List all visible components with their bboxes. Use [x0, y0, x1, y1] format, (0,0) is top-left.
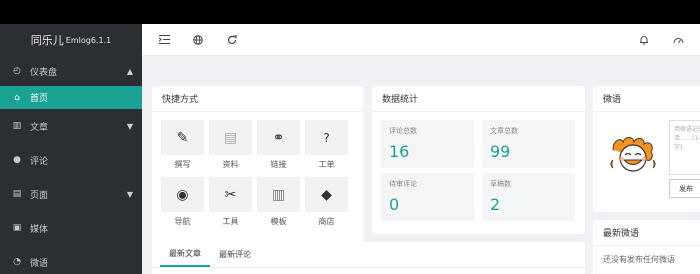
sidebar-item-comments[interactable]: ● 评论 [0, 143, 142, 177]
stat-label: 评论总数 [389, 127, 417, 135]
stat-value: 2 [490, 195, 501, 214]
stat-articles-total[interactable]: 文章总数 99 [482, 120, 575, 168]
gauge-icon: ◴ [13, 66, 21, 76]
brand-name: 同乐儿 [30, 34, 64, 47]
question-icon: ? [305, 120, 348, 155]
sidebar-item-dashboard[interactable]: ◴ 仪表盘 ▲ [0, 56, 142, 86]
pencil-icon: ✎ [161, 120, 204, 155]
shortcut-label: 导航 [174, 217, 191, 226]
shortcut-label: 工具 [222, 217, 239, 226]
twitter-card: 微语 用微语记录生活……(140字) 发布 [593, 86, 700, 212]
sidebar-item-label: 页面 [30, 190, 49, 201]
shortcut-links[interactable]: ⚭ 链接 [257, 120, 300, 171]
sidebar-item-label: 仪表盘 [30, 67, 58, 78]
stat-value: 0 [389, 195, 400, 214]
stat-pending-comments[interactable]: 待审评论 0 [381, 173, 474, 221]
bell-icon[interactable] [634, 30, 654, 50]
main-content: 快捷方式 ✎ 撰写 ▤ 资料 ⚭ 链接 ? 工单 ◉ 导航 ✂ 工具 ▥ 模板 … [142, 24, 700, 274]
sidebar-item-label: 评论 [30, 156, 49, 167]
home-icon: ⌂ [14, 92, 20, 103]
brand: 同乐儿 Emlog6.1.1 [0, 24, 142, 56]
shortcut-label: 商店 [318, 217, 335, 226]
article-tabs: 最新文章 最新评论 [152, 242, 585, 268]
shortcut-label: 资料 [222, 160, 239, 169]
sidebar-item-label: 首页 [30, 94, 49, 104]
shortcut-tools[interactable]: ✂ 工具 [209, 177, 252, 228]
sidebar-item-label: 微语 [30, 258, 49, 269]
stat-value: 99 [490, 142, 511, 161]
shortcut-navigation[interactable]: ◉ 导航 [161, 177, 204, 228]
stat-comments-total[interactable]: 评论总数 16 [381, 120, 474, 168]
store-icon: ◆ [305, 177, 348, 212]
theme-icon[interactable] [668, 30, 688, 50]
shortcut-label: 撰写 [174, 160, 191, 169]
chevron-down-icon: ▼ [126, 121, 133, 131]
shortcut-grid: ✎ 撰写 ▤ 资料 ⚭ 链接 ? 工单 ◉ 导航 ✂ 工具 ▥ 模板 ◆ 商店 [152, 112, 363, 228]
card-title: 最新微语 [593, 220, 700, 246]
sidebar-item-media[interactable]: ▣ 媒体 [0, 211, 142, 245]
shortcut-ticket[interactable]: ? 工单 [305, 120, 348, 171]
chat-icon: ◔ [13, 257, 21, 267]
tab-latest-articles[interactable]: 最新文章 [160, 242, 210, 267]
stat-label: 草稿数 [490, 180, 511, 188]
tab-latest-comments[interactable]: 最新评论 [210, 242, 260, 267]
menu-indent-icon[interactable] [154, 30, 174, 50]
template-icon: ▥ [257, 177, 300, 212]
chevron-down-icon: ▼ [126, 189, 133, 199]
top-header [142, 24, 700, 56]
stat-label: 文章总数 [490, 127, 518, 135]
sidebar: 同乐儿 Emlog6.1.1 ◴ 仪表盘 ▲ ⌂ 首页 ▥ 文章 ▼ ● 评论 … [0, 24, 142, 274]
book-icon: ▥ [12, 121, 22, 131]
brand-version: Emlog6.1.1 [65, 35, 112, 45]
image-icon: ▣ [12, 223, 22, 233]
shortcut-label: 工单 [318, 160, 335, 169]
stat-drafts[interactable]: 草稿数 2 [482, 173, 575, 221]
shortcut-label: 链接 [270, 160, 287, 169]
shortcut-label: 模板 [270, 217, 287, 226]
stat-value: 16 [389, 142, 410, 161]
sidebar-item-label: 媒体 [30, 224, 49, 235]
latest-twitter-card: 最新微语 还没有发布任何微语 [593, 220, 700, 274]
shortcut-template[interactable]: ▥ 模板 [257, 177, 300, 228]
card-title: 数据统计 [372, 86, 585, 112]
compass-icon: ◉ [161, 177, 204, 212]
globe-icon[interactable] [188, 30, 208, 50]
publish-button[interactable]: 发布 [669, 179, 700, 198]
tools-icon: ✂ [209, 177, 252, 212]
statistics-card: 数据统计 评论总数 16 文章总数 99 待审评论 0 草稿数 2 [372, 86, 585, 234]
chevron-up-icon: ▲ [126, 66, 133, 76]
shortcut-profile[interactable]: ▤ 资料 [209, 120, 252, 171]
smiley-mascot-icon [610, 137, 656, 172]
sidebar-item-pages[interactable]: ▤ 页面 ▼ [0, 177, 142, 211]
top-black-strip [0, 0, 700, 24]
card-title: 快捷方式 [152, 86, 363, 112]
twitter-input[interactable]: 用微语记录生活……(140字) [669, 120, 700, 175]
header-right [620, 30, 688, 50]
shortcut-store[interactable]: ◆ 商店 [305, 177, 348, 228]
latest-articles-card: 最新文章 最新评论 [152, 242, 585, 274]
sidebar-item-articles[interactable]: ▥ 文章 ▼ [0, 109, 142, 143]
quick-shortcuts-card: 快捷方式 ✎ 撰写 ▤ 资料 ⚭ 链接 ? 工单 ◉ 导航 ✂ 工具 ▥ 模板 … [152, 86, 363, 256]
card-title: 微语 [593, 86, 700, 112]
refresh-icon[interactable] [222, 30, 242, 50]
comment-icon: ● [13, 155, 21, 165]
stat-label: 待审评论 [389, 180, 417, 188]
shortcut-write[interactable]: ✎ 撰写 [161, 120, 204, 171]
sidebar-item-home[interactable]: ⌂ 首页 [0, 86, 142, 109]
page-icon: ▤ [12, 189, 22, 199]
sidebar-item-label: 文章 [30, 122, 49, 133]
stats-grid: 评论总数 16 文章总数 99 待审评论 0 草稿数 2 [372, 112, 585, 221]
sidebar-item-twitter[interactable]: ◔ 微语 [0, 245, 142, 274]
empty-message: 还没有发布任何微语 [603, 255, 675, 264]
link-icon: ⚭ [257, 120, 300, 155]
clipboard-icon: ▤ [209, 120, 252, 155]
